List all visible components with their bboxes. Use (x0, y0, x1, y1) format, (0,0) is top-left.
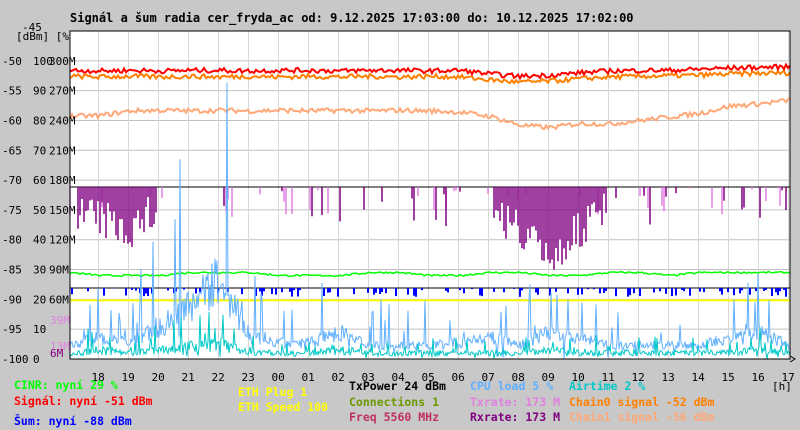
y-tick-pct: 80 (33, 114, 46, 127)
x-tick: 22 (212, 371, 225, 384)
y-tick-dbm: -90 (2, 293, 22, 306)
legend-connections: Connections 1 (349, 395, 439, 409)
x-tick: 23 (242, 371, 255, 384)
legend-eth-speed: ETH Speed 100 (238, 400, 328, 414)
y-tick-pct: 40 (33, 234, 46, 247)
legend-chain0: Chain0 signal -52 dBm (569, 395, 714, 409)
y-tick-rate: 270M (49, 85, 76, 98)
y-tick-dbm: -70 (2, 174, 22, 187)
y-tick-rate: 60M (49, 293, 69, 306)
y-tick-pct: 50 (33, 204, 46, 217)
y-tick-dbm: -60 (2, 114, 22, 127)
y-tick-dbm: -85 (2, 264, 22, 277)
x-tick: 21 (182, 371, 195, 384)
legend-rxrate: Rxrate: 173 M (470, 410, 560, 424)
y-tick-rate: 90M (49, 264, 69, 277)
legend-cinr: CINR: nyní 29 % (14, 378, 118, 392)
y-tick-dbm: -95 (2, 323, 22, 336)
legend-chain1: Chain1 signal -56 dBm (569, 410, 714, 424)
y-tick-dbm: -80 (2, 234, 22, 247)
rrd-graph: Signál a šum radia cer_fryda_ac od: 9.12… (0, 0, 800, 430)
y-tick-dbm: -50 (2, 55, 22, 68)
y-tick-rate-extra: 39M (50, 314, 70, 327)
y-tick-rate: 120M (49, 234, 76, 247)
y-tick-dbm: -65 (2, 144, 22, 157)
y-tick-pct: 20 (33, 293, 46, 306)
y-tick-pct: 30 (33, 264, 46, 277)
x-tick: 14 (692, 371, 706, 384)
x-tick: 20 (152, 371, 165, 384)
legend-freq: Freq 5560 MHz (349, 410, 439, 424)
x-tick: 16 (752, 371, 765, 384)
y-tick-dbm: -55 (2, 85, 22, 98)
y-tick-pct: 0 (33, 353, 40, 366)
y-tick-pct: 90 (33, 85, 46, 98)
y-tick-dbm: -75 (2, 204, 22, 217)
y-tick-pct: 70 (33, 144, 46, 157)
legend-cpu: CPU load 5 % (470, 379, 553, 393)
y-tick-pct: 10 (33, 323, 46, 336)
x-axis-arrow-icon (789, 355, 796, 363)
x-tick: 06 (452, 371, 465, 384)
x-tick: 15 (722, 371, 735, 384)
y-tick-dbm: -100 (2, 353, 29, 366)
x-tick: 02 (332, 371, 345, 384)
y-tick-dbm: -45 (22, 21, 42, 34)
x-tick: 13 (662, 371, 675, 384)
y-tick-rate: 300M (49, 55, 76, 68)
legend-eth-plug: ETH Plug 1 (238, 385, 307, 399)
y-tick-pct: 60 (33, 174, 46, 187)
legend-txpower: TxPower 24 dBm (349, 379, 446, 393)
y-tick-rate: 240M (49, 114, 76, 127)
legend-noise: Šum: nyní -88 dBm (14, 413, 132, 428)
legend-txrate: Txrate: 173 M (470, 395, 560, 409)
legend-signal: Signál: nyní -51 dBm (14, 394, 153, 408)
legend-airtime: Airtime 2 % (569, 379, 645, 393)
y-tick-rate: 180M (49, 174, 76, 187)
x-tick: 17 (782, 371, 795, 384)
x-tick: 01 (302, 371, 315, 384)
y-tick-rate: 210M (49, 144, 76, 157)
y-tick-rate: 150M (49, 204, 76, 217)
chart-title: Signál a šum radia cer_fryda_ac od: 9.12… (70, 11, 634, 26)
x-tick: 00 (272, 371, 285, 384)
y-tick-rate-extra: 6M (50, 347, 64, 360)
x-tick: 19 (122, 371, 135, 384)
chart-svg: Signál a šum radia cer_fryda_ac od: 9.12… (2, 11, 796, 428)
